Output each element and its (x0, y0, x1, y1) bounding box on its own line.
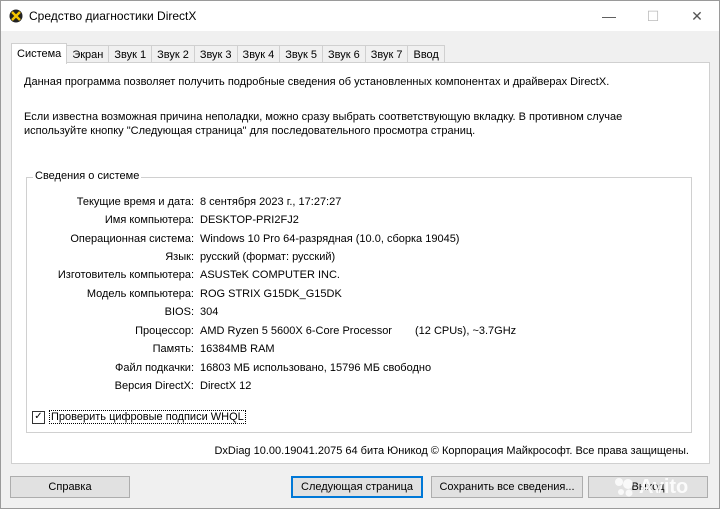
memory-label: Память: (152, 343, 194, 355)
tab-system[interactable]: Система (11, 43, 68, 64)
help-button[interactable]: Справка (10, 476, 130, 498)
directx-version-value: DirectX 12 (200, 380, 252, 392)
intro-text: Данная программа позволяет получить подр… (24, 76, 610, 88)
system-info-group: Сведения о системе Текущие время и дата:… (26, 170, 692, 433)
computer-name-value: DESKTOP-PRI2FJ2 (200, 214, 299, 226)
info-row-language: Язык: русский (формат: русский) (27, 249, 687, 265)
dxdiag-window: Средство диагностики DirectX — ☐ ✕ Систе… (0, 0, 720, 509)
info-row-directx: Версия DirectX: DirectX 12 (27, 378, 687, 394)
save-all-info-button-label: Сохранить все сведения... (439, 481, 575, 493)
pagefile-value: 16803 МБ использовано, 15796 МБ свободно (200, 362, 432, 374)
watermark-text: Avito (639, 475, 689, 498)
info-row-bios: BIOS: 304 (27, 304, 687, 320)
os-label: Операционная система: (70, 233, 194, 245)
directx-version-label: Версия DirectX: (114, 380, 194, 392)
model-label: Модель компьютера: (86, 288, 194, 300)
whql-checkbox[interactable]: ✓ (32, 410, 45, 424)
model-value: ROG STRIX G15DK_G15DK (200, 288, 342, 300)
pagefile-label: Файл подкачки: (114, 362, 194, 374)
next-page-button[interactable]: Следующая страница (291, 476, 423, 498)
directx-app-icon (9, 9, 23, 23)
hint-text: Если известна возможная причина неполадк… (24, 111, 623, 137)
minimize-icon: — (602, 8, 616, 24)
version-copyright-text: DxDiag 10.00.19041.2075 64 бита Юникод ©… (214, 445, 689, 457)
title-bar[interactable]: Средство диагностики DirectX — ☐ ✕ (1, 1, 719, 31)
info-row-processor: Процессор: AMD Ryzen 5 5600X 6-Core Proc… (27, 323, 687, 339)
save-all-info-button[interactable]: Сохранить все сведения... (431, 476, 583, 498)
memory-value: 16384MB RAM (200, 343, 275, 355)
info-row-datetime: Текущие время и дата: 8 сентября 2023 г.… (27, 194, 687, 210)
manufacturer-value: ASUSTeK COMPUTER INC. (200, 269, 340, 281)
info-row-memory: Память: 16384MB RAM (27, 341, 687, 357)
bios-value: 304 (200, 306, 219, 318)
system-tab-panel: Данная программа позволяет получить подр… (11, 62, 710, 464)
processor-cores-value: (12 CPUs), ~3.7GHz (415, 325, 517, 337)
minimize-button[interactable]: — (587, 1, 631, 31)
info-row-pagefile: Файл подкачки: 16803 МБ использовано, 15… (27, 360, 687, 376)
manufacturer-label: Изготовитель компьютера: (57, 269, 194, 281)
info-row-manufacturer: Изготовитель компьютера: ASUSTeK COMPUTE… (27, 267, 687, 283)
bios-label: BIOS: (164, 306, 194, 318)
language-value: русский (формат: русский) (200, 251, 336, 263)
window-title: Средство диагностики DirectX (29, 9, 197, 23)
maximize-button[interactable]: ☐ (631, 1, 675, 31)
whql-checkbox-label[interactable]: Проверить цифровые подписи WHQL (49, 410, 246, 424)
close-icon: ✕ (691, 7, 703, 24)
processor-label: Процессор: (135, 325, 194, 337)
whql-checkbox-row[interactable]: ✓ Проверить цифровые подписи WHQL (32, 409, 246, 425)
group-label: Сведения о системе (33, 170, 142, 182)
computer-name-label: Имя компьютера: (104, 214, 194, 226)
datetime-label: Текущие время и дата: (76, 196, 194, 208)
os-value: Windows 10 Pro 64-разрядная (10.0, сборк… (200, 233, 460, 245)
info-row-computer-name: Имя компьютера: DESKTOP-PRI2FJ2 (27, 212, 687, 228)
help-button-label: Справка (48, 481, 92, 493)
maximize-icon: ☐ (646, 7, 660, 24)
processor-value: AMD Ryzen 5 5600X 6-Core Processor (200, 325, 392, 337)
datetime-value: 8 сентября 2023 г., 17:27:27 (200, 196, 342, 208)
avito-watermark: Avito (613, 473, 713, 501)
info-row-os: Операционная система: Windows 10 Pro 64-… (27, 231, 687, 247)
close-button[interactable]: ✕ (675, 1, 719, 31)
next-page-button-label: Следующая страница (301, 481, 413, 493)
language-label: Язык: (165, 251, 194, 263)
checkmark-icon: ✓ (34, 411, 43, 422)
avito-logo-icon (615, 478, 633, 497)
info-row-model: Модель компьютера: ROG STRIX G15DK_G15DK (27, 286, 687, 302)
tab-strip: Система Экран Звук 1 Звук 2 Звук 3 Звук … (11, 43, 445, 64)
